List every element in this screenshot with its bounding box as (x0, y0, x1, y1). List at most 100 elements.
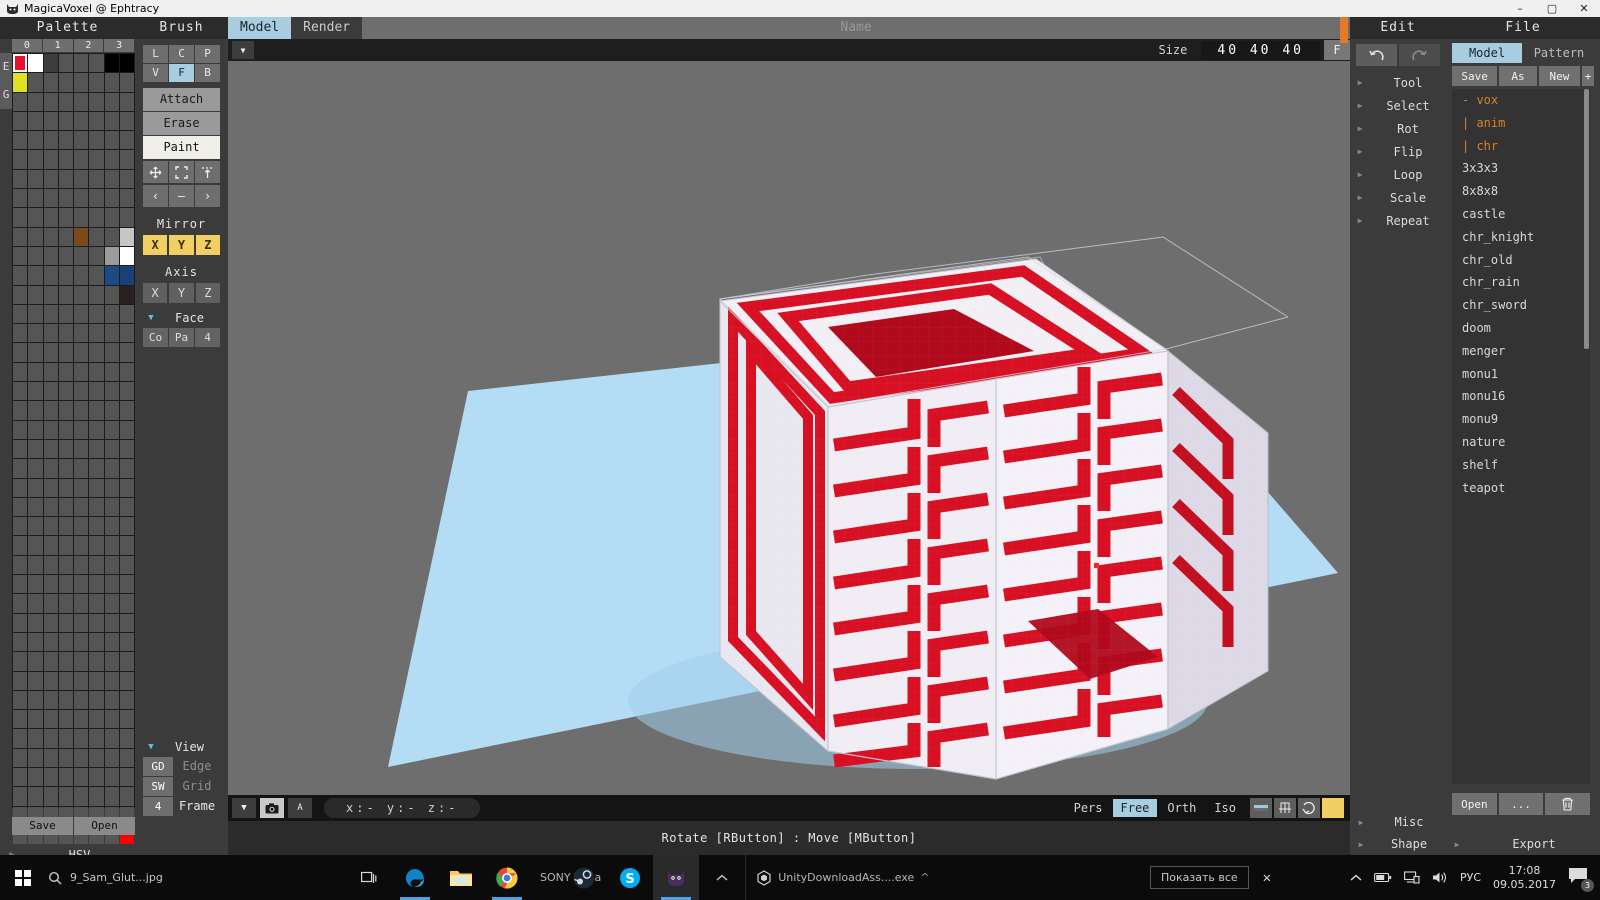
file-add-button[interactable]: + (1582, 66, 1594, 86)
palette-swatch[interactable] (119, 324, 134, 343)
palette-swatch[interactable] (43, 285, 58, 304)
palette-swatch[interactable] (28, 748, 43, 767)
palette-swatch[interactable] (89, 227, 104, 246)
palette-swatch[interactable] (74, 401, 89, 420)
palette-swatch[interactable] (28, 266, 43, 285)
tab-model[interactable]: Model (228, 17, 292, 39)
palette-swatch[interactable] (13, 459, 28, 478)
palette-swatch[interactable] (28, 536, 43, 555)
palette-swatch[interactable] (43, 536, 58, 555)
palette-swatch[interactable] (74, 575, 89, 594)
file-list[interactable]: - vox | anim | chr 3x3x3 8x8x8 castle chr_knig… (1452, 89, 1590, 784)
palette-swatch[interactable] (74, 439, 89, 459)
palette-swatch[interactable] (43, 555, 58, 575)
palette-swatch[interactable] (58, 208, 73, 227)
palette-swatch[interactable] (28, 382, 43, 401)
palette-swatch[interactable] (58, 54, 73, 73)
palette-swatch[interactable] (89, 54, 104, 73)
palette-swatch[interactable] (74, 710, 89, 729)
file-list-item[interactable]: monu16 (1452, 385, 1590, 408)
palette-swatch[interactable] (89, 362, 104, 382)
palette-swatch[interactable] (58, 266, 73, 285)
palette-swatch[interactable] (74, 266, 89, 285)
palette-swatch[interactable] (43, 517, 58, 536)
palette-swatch[interactable] (74, 73, 89, 92)
palette-swatch[interactable] (43, 150, 58, 169)
file-list-item[interactable]: | anim (1452, 112, 1590, 135)
palette-swatch[interactable] (89, 555, 104, 575)
palette-swatch[interactable] (43, 324, 58, 343)
grid-icon[interactable] (1274, 798, 1296, 818)
palette-swatch[interactable] (104, 362, 119, 382)
axis-z-button[interactable]: Z (195, 283, 220, 303)
palette-swatch[interactable] (43, 189, 58, 208)
minus-icon[interactable]: — (169, 185, 194, 207)
palette-swatch[interactable] (58, 150, 73, 169)
palette-swatch[interactable] (89, 690, 104, 710)
palette-swatch[interactable] (104, 382, 119, 401)
palette-swatch[interactable] (43, 710, 58, 729)
palette-swatch[interactable] (74, 632, 89, 652)
palette-swatch[interactable] (104, 690, 119, 710)
palette-swatch[interactable] (119, 439, 134, 459)
palette-swatch[interactable] (13, 497, 28, 517)
palette-swatch[interactable] (74, 517, 89, 536)
palette-swatch[interactable] (119, 748, 134, 767)
attach-button[interactable]: Attach (143, 88, 220, 111)
palette-swatch[interactable] (28, 208, 43, 227)
skype-icon[interactable]: S (607, 855, 653, 900)
file-list-item[interactable]: shelf (1452, 454, 1590, 477)
palette-swatch[interactable] (89, 439, 104, 459)
palette-swatch[interactable] (89, 382, 104, 401)
palette-swatch[interactable] (43, 266, 58, 285)
palette-swatch[interactable] (119, 189, 134, 208)
file-list-item[interactable]: doom (1452, 317, 1590, 340)
palette-swatch[interactable] (58, 111, 73, 131)
battery-icon[interactable] (1374, 872, 1392, 883)
palette-swatch[interactable] (74, 767, 89, 787)
file-list-item[interactable]: nature (1452, 431, 1590, 454)
projection-orth[interactable]: Orth (1159, 799, 1204, 817)
paint-button[interactable]: Paint (143, 136, 220, 159)
face-co-button[interactable]: Co (143, 328, 168, 347)
palette-swatch[interactable] (58, 304, 73, 324)
palette-swatch[interactable] (119, 92, 134, 111)
palette-swatch[interactable] (104, 285, 119, 304)
palette-swatch[interactable] (119, 131, 134, 150)
palette-swatch[interactable] (104, 150, 119, 169)
frame-icon[interactable] (169, 161, 194, 183)
palette-swatch[interactable] (28, 497, 43, 517)
edit-item-scale[interactable]: ▶ Scale (1350, 186, 1446, 209)
palette-swatch[interactable] (104, 652, 119, 671)
palette-swatch[interactable] (104, 555, 119, 575)
palette-swatch[interactable] (58, 767, 73, 787)
palette-swatch[interactable] (58, 497, 73, 517)
unity-task[interactable]: UnityDownloadAss....exe ^ (745, 855, 939, 900)
edit-item-flip[interactable]: ▶ Flip (1350, 140, 1446, 163)
palette-swatch[interactable] (58, 594, 73, 613)
palette-swatch[interactable] (13, 150, 28, 169)
palette-swatch[interactable] (58, 536, 73, 555)
palette-swatch[interactable] (13, 189, 28, 208)
palette-swatch[interactable] (13, 131, 28, 150)
camera-icon[interactable] (260, 798, 284, 818)
light-icon[interactable] (1322, 798, 1344, 818)
file-list-item[interactable]: chr_rain (1452, 271, 1590, 294)
palette-swatch[interactable] (89, 536, 104, 555)
palette-swatch[interactable] (89, 73, 104, 92)
palette-swatch[interactable] (74, 420, 89, 439)
palette-swatch[interactable] (43, 478, 58, 497)
palette-swatch[interactable] (119, 343, 134, 362)
axis-y-button[interactable]: Y (169, 283, 194, 303)
palette-swatch[interactable] (74, 208, 89, 227)
magicavoxel-icon[interactable] (653, 855, 700, 900)
palette-swatch[interactable] (89, 478, 104, 497)
palette-swatch[interactable] (104, 189, 119, 208)
palette-swatch[interactable] (58, 517, 73, 536)
palette-swatch[interactable] (58, 382, 73, 401)
palette-swatch[interactable] (74, 652, 89, 671)
palette-swatch[interactable] (104, 246, 119, 266)
file-tab-pattern[interactable]: Pattern (1524, 43, 1594, 63)
palette-swatch[interactable] (58, 671, 73, 690)
view-section-toggle[interactable]: ▼ View (143, 740, 220, 754)
